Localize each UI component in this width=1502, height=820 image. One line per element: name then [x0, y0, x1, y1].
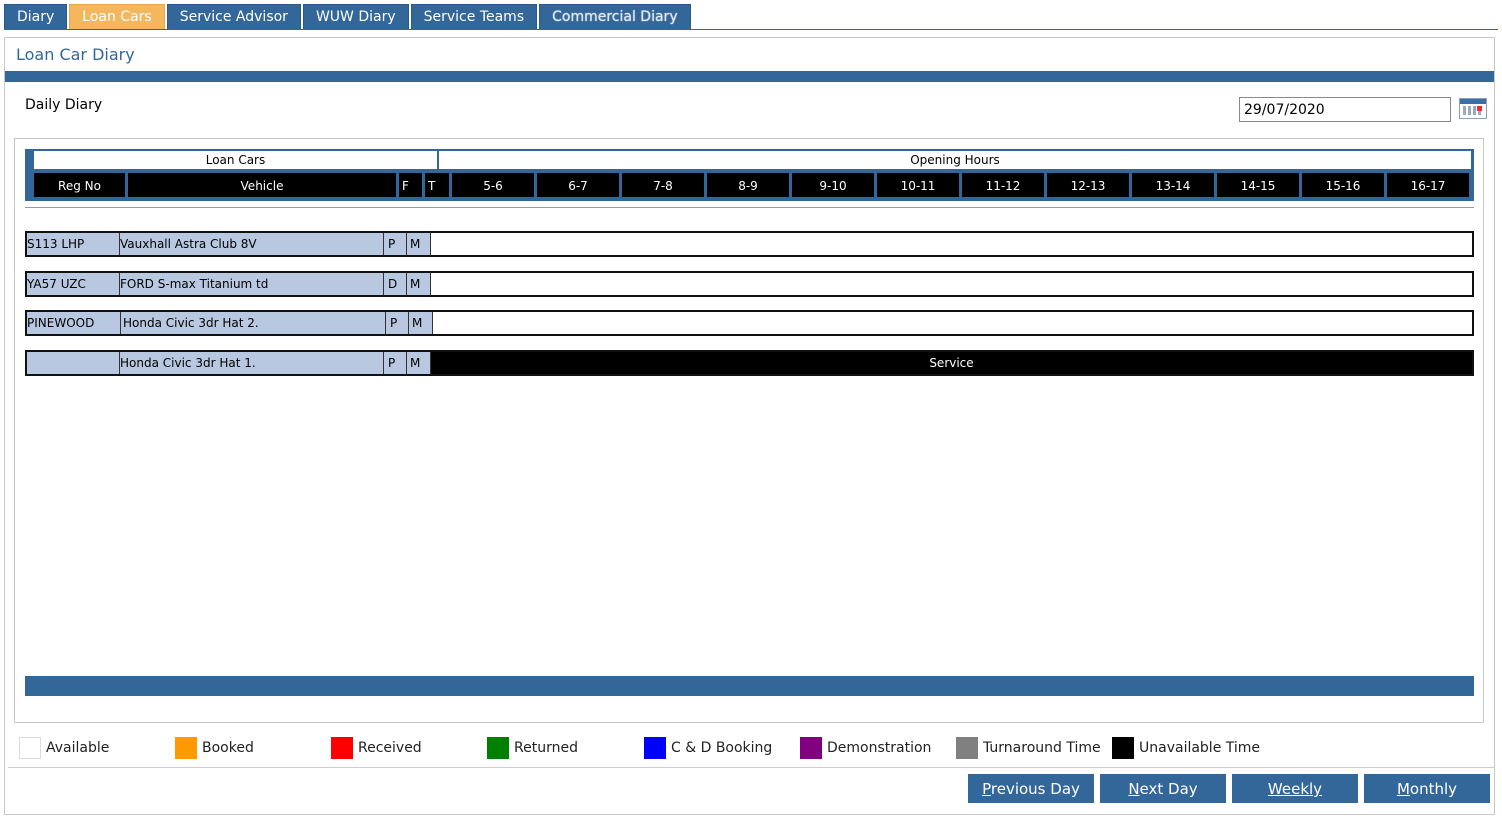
- monthly-button[interactable]: Monthly: [1364, 774, 1490, 803]
- header-divider: [25, 207, 1474, 208]
- header-group-loan-cars: Loan Cars: [34, 151, 437, 169]
- tab-commercial-diary[interactable]: Commercial Diary: [539, 4, 691, 29]
- daily-diary-label: Daily Diary: [25, 97, 103, 113]
- legend-swatch: [487, 737, 509, 759]
- hour-header-12-13: 12-13: [1047, 173, 1129, 197]
- weekly-button[interactable]: Weekly: [1232, 774, 1358, 803]
- header-group-opening-hours: Opening Hours: [439, 151, 1471, 169]
- tab-bar: Diary Loan Cars Service Advisor WUW Diar…: [4, 4, 693, 29]
- next-day-accesskey: N: [1128, 780, 1140, 798]
- t-cell: M: [409, 312, 433, 334]
- weekly-label: eekly: [1281, 780, 1323, 798]
- f-cell: P: [384, 352, 407, 374]
- hour-header-7-8: 7-8: [622, 173, 704, 197]
- reg-cell: YA57 UZC: [27, 273, 120, 295]
- t-cell: M: [407, 273, 431, 295]
- tab-diary[interactable]: Diary: [4, 4, 68, 29]
- hour-header-15-16: 15-16: [1302, 173, 1384, 197]
- legend-row: Available Booked Received Returned C & D…: [19, 737, 1319, 759]
- legend-label: Demonstration: [827, 740, 932, 756]
- loan-car-row[interactable]: S113 LHP Vauxhall Astra Club 8V P M: [25, 231, 1474, 257]
- legend-received: Received: [331, 737, 422, 759]
- reg-cell: PINEWOOD: [27, 312, 121, 334]
- next-day-button[interactable]: Next Day: [1100, 774, 1226, 803]
- reg-cell: [27, 352, 120, 374]
- loan-car-row[interactable]: Honda Civic 3dr Hat 1. P M Service: [25, 350, 1474, 376]
- hour-header-6-7: 6-7: [537, 173, 619, 197]
- legend-available: Available: [19, 737, 109, 759]
- loan-car-diary-panel: Loan Car Diary Daily Diary Loan Cars Ope…: [4, 37, 1495, 815]
- f-cell: P: [386, 312, 409, 334]
- legend-returned: Returned: [487, 737, 578, 759]
- vehicle-cell: Honda Civic 3dr Hat 2.: [121, 312, 386, 334]
- diary-footer-bar: [25, 676, 1474, 696]
- tab-loan-cars[interactable]: Loan Cars: [69, 4, 165, 29]
- previous-day-label: revious Day: [990, 780, 1080, 798]
- legend-label: Available: [46, 740, 110, 756]
- hour-header-11-12: 11-12: [962, 173, 1044, 197]
- legend-cd-booking: C & D Booking: [644, 737, 772, 759]
- reg-cell: S113 LHP: [27, 233, 120, 255]
- t-cell: M: [407, 352, 431, 374]
- previous-day-accesskey: P: [982, 780, 991, 798]
- loan-car-row[interactable]: YA57 UZC FORD S-max Titanium td D M: [25, 271, 1474, 297]
- title-bar: [5, 71, 1494, 82]
- tab-underline: [4, 29, 1498, 30]
- column-header-f[interactable]: F: [399, 173, 422, 197]
- legend-swatch: [331, 737, 353, 759]
- calendar-icon[interactable]: [1459, 98, 1487, 119]
- legend-label: Booked: [202, 740, 254, 756]
- hour-header-16-17: 16-17: [1387, 173, 1469, 197]
- diary-grid: Loan Cars Opening Hours Reg No Vehicle F…: [14, 138, 1484, 723]
- legend-swatch: [956, 737, 978, 759]
- vehicle-cell: Honda Civic 3dr Hat 1.: [120, 352, 384, 374]
- hour-header-9-10: 9-10: [792, 173, 874, 197]
- legend-demonstration: Demonstration: [800, 737, 931, 759]
- f-cell: P: [384, 233, 407, 255]
- legend-swatch: [644, 737, 666, 759]
- service-booking-block[interactable]: Service: [431, 352, 1472, 374]
- vehicle-cell: Vauxhall Astra Club 8V: [120, 233, 384, 255]
- legend-swatch: [19, 737, 41, 759]
- column-header-vehicle[interactable]: Vehicle: [128, 173, 396, 197]
- hour-header-10-11: 10-11: [877, 173, 959, 197]
- legend-booked: Booked: [175, 737, 254, 759]
- weekly-accesskey: W: [1267, 780, 1282, 798]
- legend-label: Returned: [514, 740, 578, 756]
- page-title: Loan Car Diary: [16, 45, 135, 64]
- hour-header-8-9: 8-9: [707, 173, 789, 197]
- column-header-t[interactable]: T: [425, 173, 449, 197]
- column-header-reg-no[interactable]: Reg No: [34, 173, 125, 197]
- legend-label: C & D Booking: [671, 740, 773, 756]
- t-cell: M: [407, 233, 431, 255]
- date-field[interactable]: [1239, 97, 1451, 122]
- legend-divider: [8, 767, 1494, 768]
- legend-unavailable-time: Unavailable Time: [1112, 737, 1260, 759]
- diary-header: Loan Cars Opening Hours Reg No Vehicle F…: [25, 149, 1474, 201]
- tab-service-advisor[interactable]: Service Advisor: [166, 4, 301, 29]
- legend-label: Unavailable Time: [1139, 740, 1261, 756]
- loan-car-row[interactable]: PINEWOOD Honda Civic 3dr Hat 2. P M: [25, 310, 1474, 336]
- legend-swatch: [1112, 737, 1134, 759]
- hour-header-14-15: 14-15: [1217, 173, 1299, 197]
- legend-label: Received: [358, 740, 422, 756]
- hour-header-5-6: 5-6: [452, 173, 534, 197]
- monthly-accesskey: M: [1396, 780, 1410, 798]
- vehicle-cell: FORD S-max Titanium td: [120, 273, 384, 295]
- tab-service-teams[interactable]: Service Teams: [410, 4, 538, 29]
- legend-label: Turnaround Time: [983, 740, 1101, 756]
- legend-swatch: [800, 737, 822, 759]
- next-day-label: ext Day: [1139, 780, 1198, 798]
- legend-turnaround-time: Turnaround Time: [956, 737, 1101, 759]
- tab-wuw-diary[interactable]: WUW Diary: [302, 4, 409, 29]
- f-cell: D: [384, 273, 407, 295]
- monthly-label: onthly: [1409, 780, 1458, 798]
- hour-header-13-14: 13-14: [1132, 173, 1214, 197]
- previous-day-button[interactable]: Previous Day: [968, 774, 1094, 803]
- legend-swatch: [175, 737, 197, 759]
